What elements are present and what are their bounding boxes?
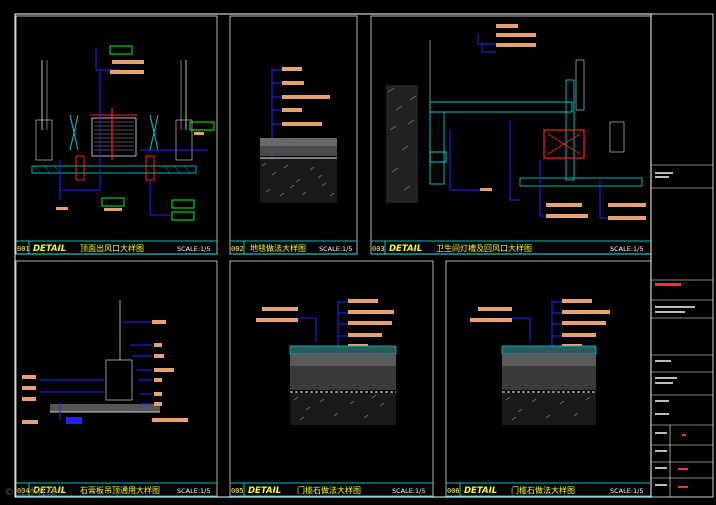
detail-scale: SCALE:1/5 <box>177 245 211 253</box>
detail-scale: SCALE:1/5 <box>392 487 426 495</box>
detail-004-drawing <box>22 300 188 424</box>
detail-scale: SCALE:1/5 <box>177 487 211 495</box>
detail-number: 005 <box>231 487 244 495</box>
watermark: © 土木在线 <box>4 485 57 498</box>
detail-005-drawing <box>256 299 397 425</box>
title-strip-003: 003 DETAIL 卫生间灯槽及回风口大样图 SCALE:1/5 <box>371 240 651 255</box>
detail-003-drawing <box>386 24 646 220</box>
detail-title: 顶面出风口大样图 <box>80 243 144 253</box>
detail-002-drawing <box>260 67 337 203</box>
detail-scale: SCALE:1/5 <box>610 245 644 253</box>
detail-title: 卫生间灯槽及回风口大样图 <box>436 243 532 253</box>
detail-tag: DETAIL <box>248 486 281 496</box>
detail-scale: SCALE:1/5 <box>610 487 644 495</box>
title-strip-005: 005 DETAIL 门槛石做法大样图 SCALE:1/5 <box>230 482 433 497</box>
detail-tag: DETAIL <box>389 244 422 254</box>
detail-title: 石膏板吊顶通用大样图 <box>80 485 160 495</box>
detail-number: 002 <box>231 245 244 253</box>
detail-number: 003 <box>372 245 385 253</box>
detail-tag: DETAIL <box>33 244 66 254</box>
detail-scale: SCALE:1/5 <box>319 245 353 253</box>
title-block-outer <box>650 13 714 498</box>
detail-number: 001 <box>17 245 30 253</box>
detail-tag: DETAIL <box>464 486 497 496</box>
detail-title: 门槛石做法大样图 <box>297 485 361 495</box>
title-strip-001: 001 DETAIL 顶面出风口大样图 SCALE:1/5 <box>16 240 217 255</box>
detail-number: 006 <box>447 487 460 495</box>
title-strip-006: 006 DETAIL 门槛石做法大样图 SCALE:1/5 <box>446 482 651 497</box>
title-block <box>651 164 713 497</box>
detail-006-drawing <box>470 299 610 425</box>
detail-001-drawing <box>31 45 215 221</box>
detail-title: 门槛石做法大样图 <box>511 485 575 495</box>
detail-title: 地毯做法大样图 <box>250 243 306 253</box>
title-strip-002: 002 地毯做法大样图 SCALE:1/5 <box>230 240 357 255</box>
drawing-sheet: 001 DETAIL 顶面出风口大样图 SCALE:1/5 002 地毯做法大样… <box>4 13 714 498</box>
